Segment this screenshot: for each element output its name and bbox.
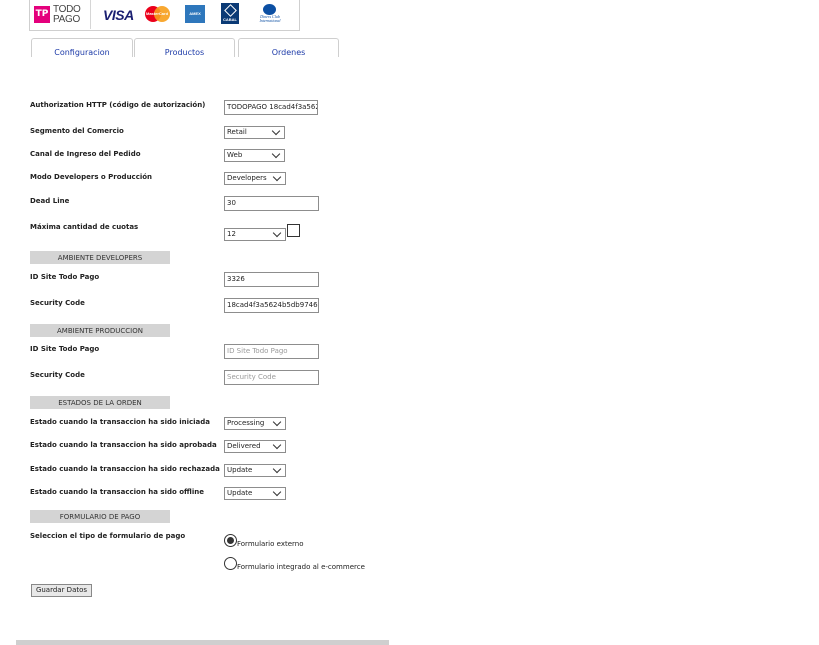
authorization-label: Authorization HTTP (código de autorizaci… xyxy=(30,101,206,109)
payment-logos-strip: TP TODO PAGO VISA MasterCard AMEX CABAL … xyxy=(29,0,300,31)
todopago-wordmark: TODO PAGO xyxy=(53,4,81,25)
amex-logo: AMEX xyxy=(185,5,205,23)
section-ambiente-produccion: AMBIENTE PRODUCCION xyxy=(30,324,170,337)
prod-security-code-label: Security Code xyxy=(30,371,85,379)
prod-id-site-input[interactable]: ID Site Todo Pago xyxy=(224,344,319,359)
estado-aprobada-select[interactable]: Delivered xyxy=(224,440,286,453)
mastercard-logo: MasterCard xyxy=(145,6,170,23)
modo-select[interactable]: Developers xyxy=(224,172,286,185)
chevron-down-icon xyxy=(272,417,282,427)
horizontal-scrollbar[interactable] xyxy=(16,640,389,645)
deadline-input[interactable]: 30 xyxy=(224,196,319,211)
estado-rechazada-select[interactable]: Update xyxy=(224,464,286,477)
estado-iniciada-label: Estado cuando la transaccion ha sido ini… xyxy=(30,418,211,426)
todopago-mark-icon: TP xyxy=(34,6,50,23)
authorization-input[interactable]: TODOPAGO 18cad4f3a562 xyxy=(224,100,318,115)
modo-label: Modo Developers o Producción xyxy=(30,173,153,181)
formulario-integrado-label: Formulario integrado al e-commerce xyxy=(237,563,365,571)
dev-id-site-label: ID Site Todo Pago xyxy=(30,273,100,281)
formulario-externo-label: Formulario externo xyxy=(237,540,304,548)
tab-ordenes[interactable]: Ordenes xyxy=(238,38,339,57)
estado-aprobada-label: Estado cuando la transaccion ha sido apr… xyxy=(30,441,217,449)
estado-rechazada-label: Estado cuando la transaccion ha sido rec… xyxy=(30,465,220,473)
visa-logo: VISA xyxy=(103,7,134,23)
chevron-down-icon xyxy=(272,172,282,182)
formulario-tipo-label: Seleccion el tipo de formulario de pago xyxy=(30,532,186,540)
chevron-down-icon xyxy=(272,228,282,238)
cuotas-select[interactable]: 12 xyxy=(224,228,286,241)
estado-iniciada-select[interactable]: Processing xyxy=(224,417,286,430)
estado-offline-label: Estado cuando la transaccion ha sido off… xyxy=(30,488,204,496)
segmento-select[interactable]: Retail xyxy=(224,126,285,139)
radio-formulario-integrado[interactable] xyxy=(224,557,237,570)
chevron-down-icon xyxy=(272,464,282,474)
section-ambiente-developers: AMBIENTE DEVELOPERS xyxy=(30,251,170,264)
cuotas-checkbox[interactable] xyxy=(287,224,300,237)
todopago-logo: TP TODO PAGO xyxy=(30,0,91,29)
chevron-down-icon xyxy=(272,487,282,497)
cuotas-label: Máxima cantidad de cuotas xyxy=(30,223,139,231)
dev-id-site-input[interactable]: 3326 xyxy=(224,272,319,287)
radio-formulario-externo[interactable] xyxy=(224,534,237,547)
dev-security-code-input[interactable]: 18cad4f3a5624b5db97468 xyxy=(224,298,319,313)
chevron-down-icon xyxy=(272,440,282,450)
chevron-down-icon xyxy=(271,149,281,159)
chevron-down-icon xyxy=(271,126,281,136)
cabal-logo: CABAL xyxy=(221,3,239,24)
prod-security-code-input[interactable]: Security Code xyxy=(224,370,319,385)
tab-configuracion[interactable]: Configuracion xyxy=(31,38,133,57)
dev-security-code-label: Security Code xyxy=(30,299,85,307)
estado-offline-select[interactable]: Update xyxy=(224,487,286,500)
tab-productos[interactable]: Productos xyxy=(134,38,235,57)
canal-label: Canal de Ingreso del Pedido xyxy=(30,150,141,158)
section-estados-orden: ESTADOS DE LA ORDEN xyxy=(30,396,170,409)
canal-select[interactable]: Web xyxy=(224,149,285,162)
guardar-datos-button[interactable]: Guardar Datos xyxy=(31,584,92,597)
prod-id-site-label: ID Site Todo Pago xyxy=(30,345,100,353)
deadline-label: Dead Line xyxy=(30,197,70,205)
section-formulario-pago: FORMULARIO DE PAGO xyxy=(30,510,170,523)
segmento-label: Segmento del Comercio xyxy=(30,127,124,135)
diners-logo: Diners Club International xyxy=(257,4,283,24)
